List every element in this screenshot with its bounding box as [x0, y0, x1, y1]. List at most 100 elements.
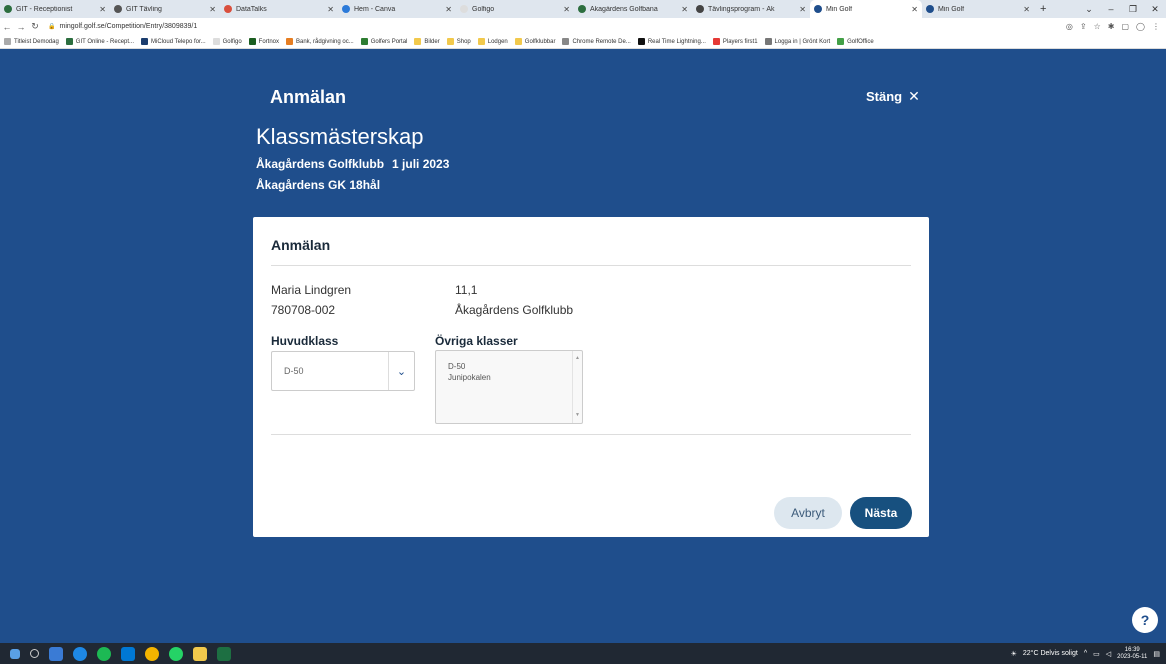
tab-close-icon[interactable]: ✕ [681, 5, 688, 14]
extensions-icon[interactable]: ✱ [1108, 22, 1115, 31]
tab-close-icon[interactable]: ✕ [99, 5, 106, 14]
next-button[interactable]: Nästa [850, 497, 912, 529]
profile-icon[interactable]: ◯ [1136, 22, 1145, 31]
spotify-icon[interactable] [97, 646, 111, 661]
tab-title: Åkagårdens Golfbana [590, 5, 658, 13]
sidebar-icon[interactable]: ▢ [1121, 22, 1129, 31]
help-button[interactable]: ? [1132, 607, 1158, 633]
bookmark-item[interactable]: Bilder [414, 38, 440, 45]
tab-title: Hem - Canva [354, 5, 396, 13]
bookmark-item[interactable]: Titleist Demodag [4, 38, 59, 45]
close-button[interactable]: Stäng ✕ [866, 88, 920, 105]
bookmark-item[interactable]: Bank, rådgivning oc... [286, 38, 354, 45]
browser-tab[interactable]: Min Golf ✕ [922, 0, 1034, 18]
tab-close-icon[interactable]: ✕ [1023, 5, 1030, 14]
bookmark-item[interactable]: Lodgen [477, 38, 508, 45]
bookmark-label: Players first1 [722, 38, 758, 45]
tab-close-icon[interactable]: ✕ [911, 5, 918, 14]
bookmark-icon [837, 38, 845, 45]
list-item[interactable]: Junipokalen [448, 372, 582, 383]
bookmark-label: GolfOffice [847, 38, 874, 45]
main-class-select[interactable]: D-50 ⌄ [271, 351, 415, 391]
bookmark-item[interactable]: MiCloud Telepo for... [141, 38, 206, 45]
url-field[interactable]: 🔒 mingolf.golf.se/Competition/Entry/3809… [48, 23, 197, 30]
restore-icon[interactable]: ❐ [1122, 4, 1144, 15]
bookmark-icon [562, 38, 570, 45]
back-icon[interactable]: ← [0, 22, 14, 32]
browser-tab[interactable]: Min Golf ✕ [810, 0, 922, 18]
bookmark-item[interactable]: GIT Online - Recept... [65, 38, 134, 45]
bookmark-item[interactable]: Golfklubbar [514, 38, 555, 45]
listbox-scrollbar[interactable]: ▲ ▼ [572, 351, 582, 423]
browser-tab[interactable]: GIT - Receptionist ✕ [0, 0, 110, 18]
volume-icon[interactable]: ◁ [1106, 650, 1111, 658]
chrome-icon[interactable] [145, 646, 159, 661]
bookmark-item[interactable]: Fortnox [248, 38, 279, 45]
bookmark-item[interactable]: Real Time Lightning... [637, 38, 706, 45]
weather-text[interactable]: 22°C Delvis soligt [1023, 650, 1078, 657]
forward-icon[interactable]: → [14, 22, 28, 32]
outlook-icon[interactable] [121, 646, 135, 661]
reload-icon[interactable]: ↻ [28, 21, 42, 32]
google-lens-icon[interactable]: ◎ [1066, 22, 1073, 31]
share-icon[interactable]: ⇪ [1080, 22, 1087, 31]
excel-icon[interactable] [217, 646, 231, 661]
scroll-up-icon[interactable]: ▲ [575, 353, 580, 364]
bookmark-icon [712, 38, 720, 45]
bookmark-item[interactable]: Players first1 [712, 38, 758, 45]
network-icon[interactable]: ▭ [1093, 650, 1100, 658]
bookmark-item[interactable]: GolfOffice [837, 38, 874, 45]
tab-close-icon[interactable]: ✕ [563, 5, 570, 14]
tab-close-icon[interactable]: ✕ [445, 5, 452, 14]
browser-tab[interactable]: GIT Tävling ✕ [110, 0, 220, 18]
bookmark-icon [514, 38, 522, 45]
menu-icon[interactable]: ⋮ [1152, 22, 1160, 31]
bookmark-item[interactable]: Shop [446, 38, 471, 45]
file-explorer-icon[interactable] [193, 646, 207, 661]
bookmark-item[interactable]: Golfers Portal [360, 38, 408, 45]
clock[interactable]: 16:39 2023-05-11 [1117, 647, 1147, 661]
tab-search-icon[interactable]: ⌄ [1078, 4, 1100, 15]
browser-tab[interactable]: Åkagårdens Golfbana ✕ [574, 0, 692, 18]
notifications-icon[interactable]: ▤ [1153, 650, 1160, 658]
bookmark-label: Shop [456, 38, 471, 45]
task-view-icon[interactable] [49, 646, 63, 661]
other-classes-listbox[interactable]: D-50 Junipokalen ▲ ▼ [435, 350, 583, 424]
whatsapp-icon[interactable] [169, 646, 183, 661]
close-label: Stäng [866, 89, 903, 104]
tab-favicon-icon [114, 5, 122, 13]
competition-club: Åkagårdens Golfklubb [256, 157, 385, 171]
tab-close-icon[interactable]: ✕ [799, 5, 806, 14]
close-icon: ✕ [908, 88, 920, 104]
bookmark-item[interactable]: Chrome Remote De... [562, 38, 631, 45]
bookmark-label: Golfers Portal [370, 38, 408, 45]
list-item[interactable]: D-50 [448, 361, 582, 372]
browser-tab[interactable]: DataTalks ✕ [220, 0, 338, 18]
browser-tab[interactable]: Tävlingsprogram - Åk ✕ [692, 0, 810, 18]
bookmark-label: Real Time Lightning... [647, 38, 706, 45]
browser-tab[interactable]: Golfigo ✕ [456, 0, 574, 18]
cancel-button[interactable]: Avbryt [774, 497, 842, 529]
edge-icon[interactable] [73, 646, 87, 661]
windows-start-icon[interactable] [10, 648, 20, 659]
bookmark-icon [65, 38, 73, 45]
tab-favicon-icon [4, 5, 12, 13]
tab-close-icon[interactable]: ✕ [327, 5, 334, 14]
minimize-icon[interactable]: – [1100, 4, 1122, 14]
divider [271, 434, 911, 435]
bookmark-icon [477, 38, 485, 45]
url-text: mingolf.golf.se/Competition/Entry/380983… [59, 23, 198, 30]
bookmark-item[interactable]: Logga in | Grönt Kort [764, 38, 830, 45]
tray-arrow-icon[interactable]: ^ [1084, 650, 1087, 657]
scroll-down-icon[interactable]: ▼ [575, 410, 580, 421]
bookmark-item[interactable]: Golfigo [212, 38, 242, 45]
new-tab-button[interactable]: + [1034, 3, 1052, 15]
tab-close-icon[interactable]: ✕ [209, 5, 216, 14]
bookmark-star-icon[interactable]: ☆ [1094, 22, 1101, 31]
tab-favicon-icon [578, 5, 586, 13]
browser-tab[interactable]: Hem - Canva ✕ [338, 0, 456, 18]
bookmark-icon [414, 38, 422, 45]
close-window-icon[interactable]: ✕ [1144, 4, 1166, 15]
tab-title: Min Golf [826, 5, 853, 13]
search-icon[interactable] [30, 649, 39, 658]
